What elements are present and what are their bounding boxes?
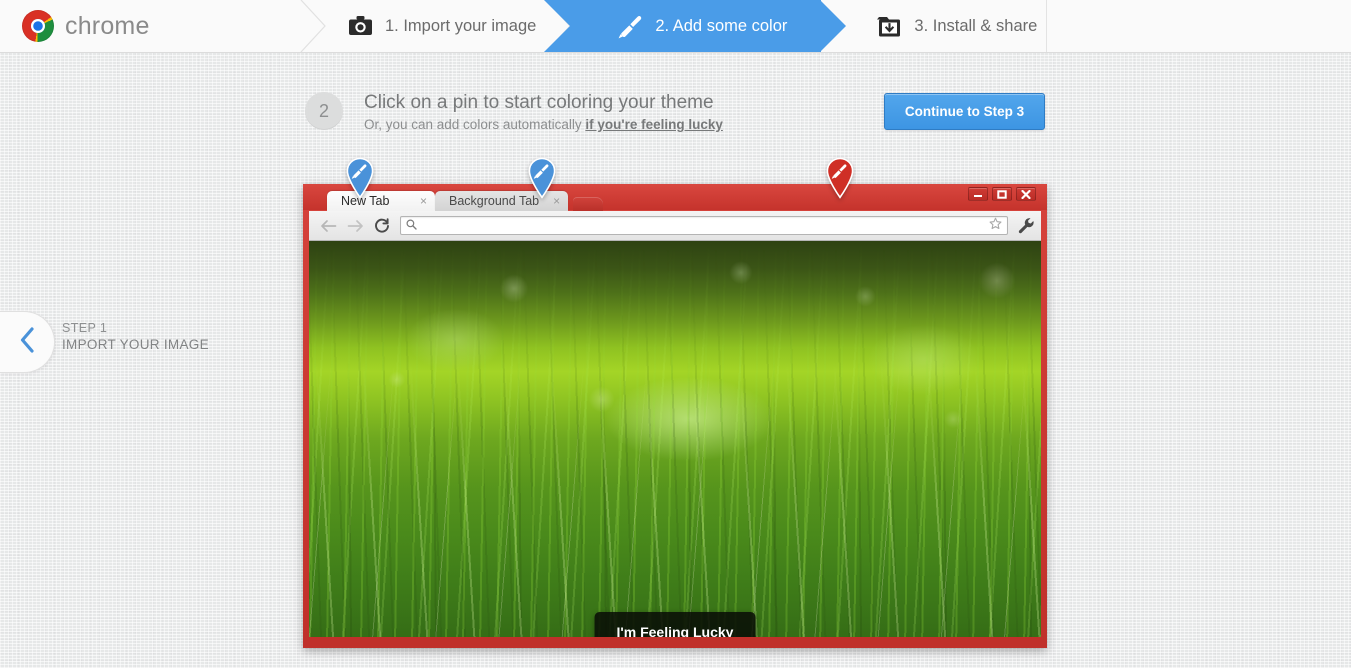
star-icon[interactable] <box>989 217 1002 235</box>
maximize-button[interactable] <box>992 187 1012 201</box>
paintbrush-icon <box>618 15 643 38</box>
instruction-headline: Click on a pin to start coloring your th… <box>364 92 714 113</box>
back-label-line1: STEP 1 <box>62 321 108 335</box>
back-to-step-1-button[interactable] <box>0 311 55 373</box>
omnibox-address-bar[interactable] <box>400 216 1008 235</box>
continue-to-step-3-button[interactable]: Continue to Step 3 <box>884 93 1045 130</box>
tab-title: Background Tab <box>449 194 540 208</box>
browser-toolbar <box>309 211 1041 241</box>
instruction-text: Click on a pin to start coloring your th… <box>364 92 723 132</box>
step-tab-3-label: 3. Install & share <box>914 16 1038 35</box>
close-button[interactable] <box>1016 187 1036 201</box>
step-2-lead-in <box>544 0 571 52</box>
reload-icon[interactable] <box>373 217 391 235</box>
chrome-brand: chrome <box>22 0 150 52</box>
browser-preview-window: New Tab × Background Tab × I'm Feeling L… <box>303 184 1047 648</box>
instruction-block: 2 Click on a pin to start coloring your … <box>305 92 723 132</box>
camera-icon <box>348 15 373 38</box>
pin-tab-background[interactable] <box>345 157 375 199</box>
pin-tab-text[interactable] <box>527 157 557 199</box>
instruction-sub-prefix: Or, you can add colors automatically <box>364 117 586 132</box>
search-icon <box>406 217 417 235</box>
browser-tab-strip: New Tab × Background Tab × <box>327 191 1041 211</box>
feeling-lucky-link[interactable]: if you're feeling lucky <box>585 117 723 132</box>
step-number-badge: 2 <box>305 92 343 130</box>
chrome-logo-icon <box>22 10 54 42</box>
wrench-icon[interactable] <box>1017 217 1035 235</box>
back-to-step-1-label[interactable]: STEP 1 IMPORT YOUR IMAGE <box>62 320 209 354</box>
back-arrow-icon[interactable] <box>319 217 337 235</box>
pin-frame[interactable] <box>825 157 855 199</box>
step-tab-2-add-some-color[interactable]: 2. Add some color <box>544 0 847 52</box>
window-controls <box>968 187 1036 201</box>
app-header: chrome 1. Import your image 2. Add some … <box>0 0 1351 53</box>
step-tab-2-label: 2. Add some color <box>655 16 788 35</box>
minimize-button[interactable] <box>968 187 988 201</box>
chevron-left-icon <box>19 326 36 358</box>
back-label-line2: IMPORT YOUR IMAGE <box>62 337 209 352</box>
brand-wordmark: chrome <box>65 11 150 40</box>
new-tab-button[interactable] <box>573 197 604 211</box>
step-tab-1-import-your-image[interactable]: 1. Import your image <box>300 0 572 53</box>
forward-arrow-icon[interactable] <box>346 217 364 235</box>
instruction-subline: Or, you can add colors automatically if … <box>364 117 723 132</box>
grass-bokeh-layer <box>309 241 1041 637</box>
step-tab-1-label: 1. Import your image <box>385 16 537 35</box>
browser-tab-new-tab[interactable]: New Tab × <box>327 191 435 211</box>
step-nav: 1. Import your image 2. Add some color 3… <box>300 0 1071 53</box>
browser-content-area: I'm Feeling Lucky <box>309 241 1041 637</box>
im-feeling-lucky-button[interactable]: I'm Feeling Lucky <box>594 612 756 637</box>
step-tab-3-install-and-share[interactable]: 3. Install & share <box>821 0 1071 52</box>
tab-close-icon[interactable]: × <box>420 194 427 208</box>
download-icon <box>877 15 902 38</box>
